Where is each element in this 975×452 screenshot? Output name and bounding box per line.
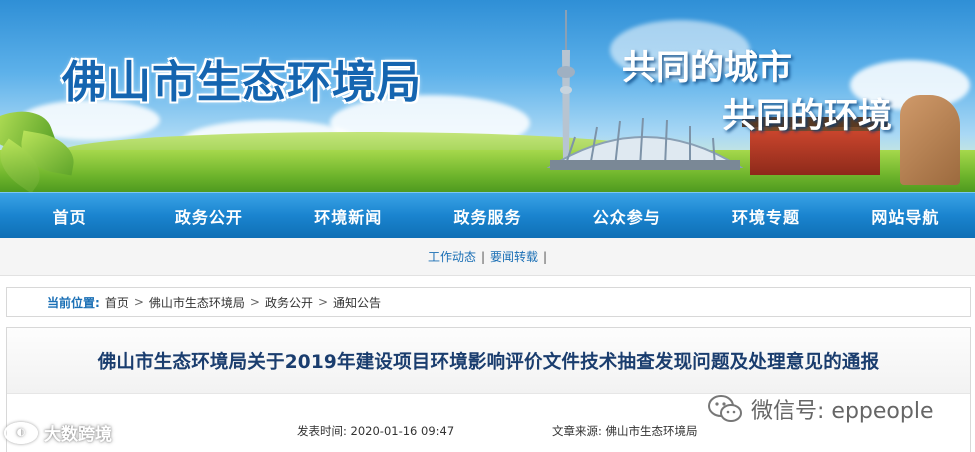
watermark-left-text: 大数跨境 (44, 425, 112, 445)
slogan-line-1: 共同的城市 (622, 48, 792, 88)
wechat-icon (708, 395, 742, 422)
subnav-separator: | (480, 249, 485, 264)
watermark-right-text: 微信号: eppeople (751, 399, 934, 424)
breadcrumb-separator: > (317, 295, 329, 309)
breadcrumb-separator: > (133, 295, 144, 309)
sub-nav: 工作动态 | 要闻转载 | (0, 238, 975, 276)
breadcrumb-item-notices[interactable]: 通知公告 (333, 294, 381, 311)
watermark-right: 微信号: eppeople (707, 393, 933, 425)
nav-item-site-nav[interactable]: 网站导航 (836, 193, 975, 238)
breadcrumb-item-home[interactable]: 首页 (105, 294, 129, 311)
main-nav: 首页 政务公开 环境新闻 政务服务 公众参与 环境专题 网站导航 (0, 192, 975, 238)
breadcrumb-item-gov-affairs[interactable]: 政务公开 (265, 294, 313, 311)
article-title: 佛山市生态环境局关于2019年建设项目环境影响评价文件技术抽查发现问题及处理意见… (97, 351, 880, 373)
nav-item-public-participation[interactable]: 公众参与 (557, 193, 696, 238)
watermark-left: ◐ 大数跨境 (4, 420, 112, 445)
breadcrumb-label: 当前位置: (47, 295, 100, 310)
nav-item-env-topics[interactable]: 环境专题 (696, 193, 835, 238)
subnav-link-news-repost[interactable]: 要闻转载 (490, 248, 538, 265)
breadcrumb-item-bureau[interactable]: 佛山市生态环境局 (149, 294, 245, 311)
article-source: 文章来源: 佛山市生态环境局 (552, 424, 698, 438)
nav-item-gov-services[interactable]: 政务服务 (418, 193, 557, 238)
publish-date: 发表时间: 2020-01-16 09:47 (297, 424, 455, 438)
article-panel: 佛山市生态环境局关于2019年建设项目环境影响评价文件技术抽查发现问题及处理意见… (6, 327, 971, 452)
rock-sculpture (900, 95, 960, 185)
slogan-line-2: 共同的环境 (722, 96, 892, 136)
breadcrumb-separator: > (249, 295, 260, 309)
subnav-link-work-updates[interactable]: 工作动态 (428, 248, 476, 265)
nav-item-home[interactable]: 首页 (0, 193, 139, 238)
watermark-logo-icon: ◐ (4, 421, 38, 444)
site-title: 佛山市生态环境局 (62, 57, 422, 108)
nav-item-gov-affairs[interactable]: 政务公开 (139, 193, 278, 238)
site-banner: 佛山市生态环境局 共同的城市 共同的环境 (0, 0, 975, 192)
subnav-separator: | (543, 249, 548, 264)
nav-item-env-news[interactable]: 环境新闻 (279, 193, 418, 238)
stadium-icon (546, 117, 744, 170)
breadcrumb: 当前位置: 首页 > 佛山市生态环境局 > 政务公开 > 通知公告 (6, 287, 971, 317)
article-header: 佛山市生态环境局关于2019年建设项目环境影响评价文件技术抽查发现问题及处理意见… (7, 328, 970, 394)
